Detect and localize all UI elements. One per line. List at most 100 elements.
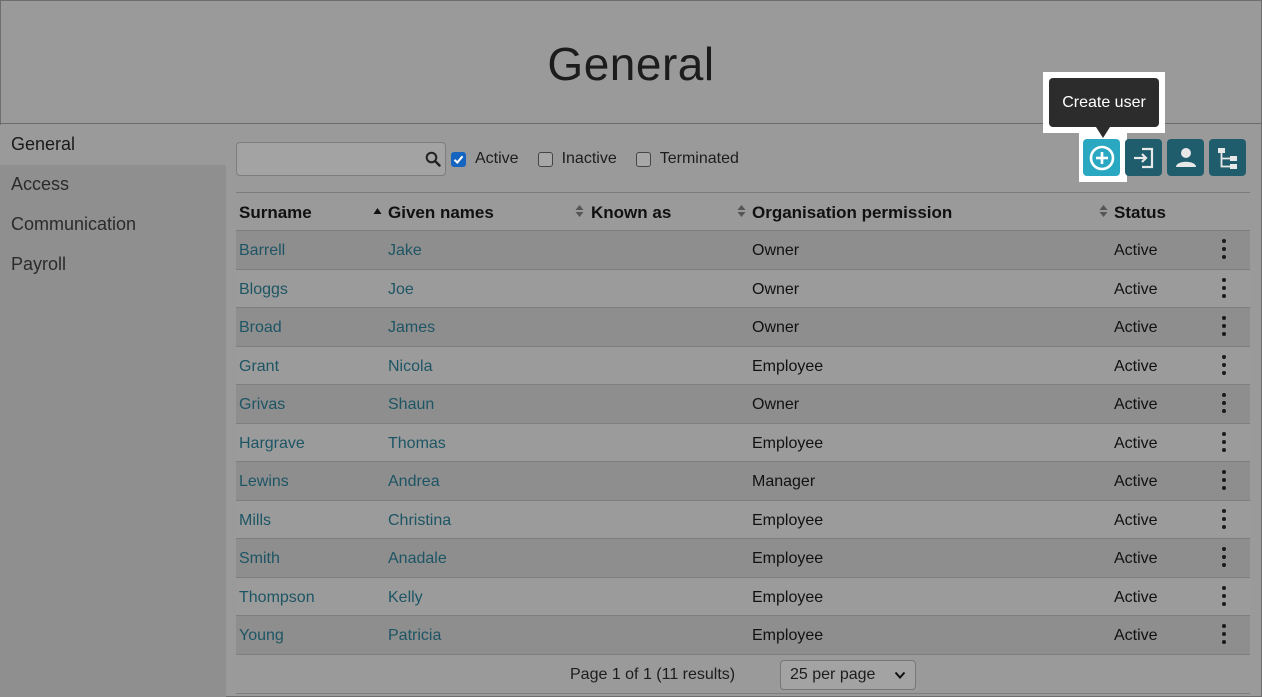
row-menu-icon[interactable]: [1218, 470, 1230, 494]
filter-inactive-checkbox[interactable]: [537, 151, 553, 167]
surname-link[interactable]: Barrell: [239, 242, 285, 260]
given-names-link[interactable]: Thomas: [388, 435, 446, 453]
permission-cell: Owner: [752, 396, 800, 413]
permission-cell: Employee: [752, 357, 824, 375]
row-menu-icon[interactable]: [1218, 624, 1230, 648]
sidebar-item-general[interactable]: General: [0, 125, 226, 165]
filter-terminated-checkbox[interactable]: [635, 151, 651, 167]
user-icon: [1175, 147, 1196, 167]
surname-link[interactable]: Bloggs: [239, 281, 288, 299]
col-status-label: Status: [1114, 203, 1166, 222]
sidebar: General Access Communication Payroll: [0, 125, 226, 697]
table-row: Grant Nicola Employee Active: [236, 345, 1250, 384]
search-box: [236, 142, 446, 176]
org-chart-button[interactable]: [1209, 139, 1246, 176]
status-cell: Active: [1114, 434, 1158, 452]
sort-icon[interactable]: [575, 205, 584, 217]
create-user-tooltip: Create user: [1049, 78, 1159, 127]
given-names-link[interactable]: Shaun: [388, 396, 434, 414]
table-row: Thompson Kelly Employee Active: [236, 576, 1250, 615]
status-cell: Active: [1114, 242, 1158, 259]
permission-cell: Employee: [752, 511, 824, 529]
sidebar-item-access[interactable]: Access: [0, 165, 226, 205]
permission-cell: Manager: [752, 473, 816, 490]
col-permission-header[interactable]: Organisation permission: [752, 203, 952, 223]
table-row: Smith Anadale Employee Active: [236, 538, 1250, 577]
given-names-link[interactable]: Andrea: [388, 473, 440, 491]
filter-active-label: Active: [475, 150, 519, 167]
status-cell: Active: [1114, 550, 1158, 567]
table-row: Young Patricia Employee Active: [236, 615, 1250, 654]
table-row: Hargrave Thomas Employee Active: [236, 422, 1250, 461]
col-known-label: Known as: [591, 203, 672, 222]
sort-icon[interactable]: [1099, 205, 1108, 217]
surname-link[interactable]: Mills: [239, 512, 271, 530]
filter-active[interactable]: Active: [451, 150, 519, 168]
plus-circle-icon: [1089, 145, 1114, 170]
row-menu-icon[interactable]: [1218, 316, 1230, 340]
import-button[interactable]: [1125, 139, 1162, 176]
create-user-button[interactable]: [1083, 139, 1120, 176]
surname-link[interactable]: Grivas: [239, 396, 285, 414]
col-permission-label: Organisation permission: [752, 203, 953, 222]
given-names-link[interactable]: James: [388, 319, 435, 337]
row-menu-icon[interactable]: [1218, 431, 1230, 456]
given-names-link[interactable]: Patricia: [388, 627, 441, 645]
tooltip-arrow: [1096, 127, 1110, 138]
status-cell: Active: [1114, 396, 1158, 413]
permission-cell: Employee: [752, 550, 824, 567]
row-menu-icon[interactable]: [1218, 585, 1230, 610]
col-surname-label: Surname: [239, 203, 312, 222]
sort-icon[interactable]: [737, 205, 746, 217]
sidebar-item-communication[interactable]: Communication: [0, 205, 226, 245]
given-names-link[interactable]: Kelly: [388, 589, 423, 607]
row-menu-icon[interactable]: [1218, 277, 1230, 302]
surname-link[interactable]: Thompson: [239, 589, 315, 607]
given-names-link[interactable]: Joe: [388, 281, 414, 299]
row-menu-icon[interactable]: [1218, 239, 1230, 263]
col-given-label: Given names: [388, 203, 494, 222]
action-buttons: [1083, 139, 1246, 176]
check-icon: [453, 155, 464, 164]
status-filters: Active Inactive Terminated: [451, 150, 758, 168]
status-cell: Active: [1114, 588, 1158, 606]
per-page-value: 25 per page: [790, 666, 876, 683]
users-table: Surname Given names Known as Organisatio…: [236, 192, 1250, 654]
row-menu-icon[interactable]: [1218, 508, 1230, 533]
permission-cell: Employee: [752, 588, 824, 606]
given-names-link[interactable]: Nicola: [388, 358, 432, 376]
user-profile-button[interactable]: [1167, 139, 1204, 176]
search-input[interactable]: [237, 143, 417, 173]
status-cell: Active: [1114, 511, 1158, 529]
surname-link[interactable]: Grant: [239, 358, 279, 376]
sort-asc-icon[interactable]: [373, 207, 382, 215]
col-given-header[interactable]: Given names: [388, 203, 494, 223]
per-page-select[interactable]: 25 per page: [780, 660, 916, 690]
filter-inactive[interactable]: Inactive: [537, 150, 617, 168]
permission-cell: Employee: [752, 434, 824, 452]
row-menu-icon[interactable]: [1218, 354, 1230, 379]
given-names-link[interactable]: Christina: [388, 512, 451, 530]
surname-link[interactable]: Broad: [239, 319, 282, 337]
sign-in-icon: [1133, 147, 1153, 168]
filter-active-checkbox[interactable]: [451, 151, 466, 167]
surname-link[interactable]: Lewins: [239, 473, 289, 491]
row-menu-icon[interactable]: [1218, 547, 1230, 571]
given-names-link[interactable]: Jake: [388, 242, 422, 260]
col-known-header[interactable]: Known as: [591, 203, 671, 223]
given-names-link[interactable]: Anadale: [388, 550, 447, 568]
filter-terminated[interactable]: Terminated: [635, 150, 739, 168]
pagination: Page 1 of 1 (11 results) 25 per page: [236, 654, 1250, 694]
surname-link[interactable]: Hargrave: [239, 435, 305, 453]
row-menu-icon[interactable]: [1218, 393, 1230, 417]
status-cell: Active: [1114, 627, 1158, 644]
sidebar-item-payroll[interactable]: Payroll: [0, 245, 226, 285]
status-cell: Active: [1114, 319, 1158, 336]
col-surname-header[interactable]: Surname: [239, 203, 312, 223]
surname-link[interactable]: Young: [239, 627, 284, 645]
search-icon[interactable]: [425, 151, 441, 167]
page-info: Page 1 of 1 (11 results): [570, 666, 736, 683]
table-row: Grivas Shaun Owner Active: [236, 384, 1250, 423]
surname-link[interactable]: Smith: [239, 550, 280, 568]
col-status-header[interactable]: Status: [1114, 203, 1166, 223]
